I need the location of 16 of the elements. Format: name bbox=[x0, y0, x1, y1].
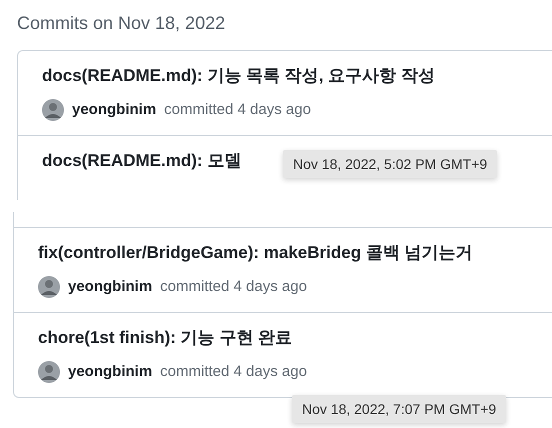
commit-title[interactable]: docs(README.md): 기능 목록 작성, 요구사항 작성 bbox=[42, 64, 435, 88]
commit-title[interactable]: fix(controller/BridgeGame): makeBrideg 콜백 넘기는거 bbox=[38, 241, 473, 265]
commit-time: committed 4 days ago bbox=[164, 100, 311, 120]
tooltip: Nov 18, 2022, 7:07 PM GMT+9 bbox=[292, 395, 506, 423]
author-name[interactable]: yeongbinim bbox=[68, 360, 152, 384]
avatar bbox=[42, 99, 64, 121]
date-heading: Commits on Nov 18, 2022 bbox=[16, 12, 226, 34]
commit-title[interactable]: chore(1st finish): 기능 구현 완료 bbox=[38, 326, 292, 350]
tooltip: Nov 18, 2022, 5:02 PM GMT+9 bbox=[283, 150, 498, 178]
author-name[interactable]: yeongbinim bbox=[68, 276, 152, 298]
author-name[interactable]: yeongbinim bbox=[72, 98, 156, 122]
commit-title[interactable]: docs(README.md): 모델 bbox=[42, 149, 242, 173]
avatar bbox=[38, 276, 60, 298]
commit-time: committed 4 days ago bbox=[160, 362, 307, 382]
avatar bbox=[38, 361, 60, 383]
commit-time: committed 4 days ago bbox=[160, 276, 307, 297]
